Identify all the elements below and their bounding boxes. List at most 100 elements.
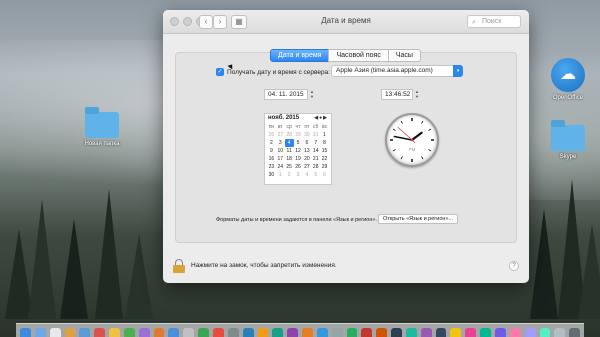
calendar-day[interactable]: 29 (320, 163, 329, 171)
dock-app-icon[interactable] (49, 328, 61, 337)
date-field[interactable]: 04. 11. 2015 (264, 89, 308, 100)
dock-app-icon[interactable] (420, 328, 432, 337)
calendar-day[interactable]: 11 (285, 147, 294, 155)
dock-app-icon[interactable] (198, 328, 209, 337)
calendar-day[interactable]: 5 (311, 171, 320, 179)
clock-tick (392, 149, 396, 152)
open-language-region-button[interactable]: Открыть «Язык и регион»... (378, 214, 459, 224)
calendar-day[interactable]: 27 (302, 163, 311, 171)
server-select[interactable]: Apple Азия (time.asia.apple.com) ▾ (331, 65, 463, 77)
dock-app-icon[interactable] (64, 328, 76, 337)
calendar-day[interactable]: 1 (320, 131, 329, 139)
dock-app-icon[interactable] (242, 328, 254, 337)
dock-app-icon[interactable] (539, 328, 551, 337)
help-button[interactable]: ? (509, 261, 519, 271)
calendar-next-button[interactable]: ▶ (323, 115, 328, 121)
calendar-day[interactable]: 30 (302, 131, 311, 139)
calendar-day[interactable]: 19 (294, 155, 303, 163)
dock-app-icon[interactable] (227, 328, 239, 337)
calendar-day[interactable]: 18 (285, 155, 294, 163)
dock-app-icon[interactable] (465, 328, 477, 337)
dock-app-icon[interactable] (569, 328, 581, 337)
calendar-day[interactable]: 24 (276, 163, 285, 171)
calendar-day[interactable]: 9 (267, 147, 276, 155)
search-input[interactable]: ⌕ Поиск (467, 15, 521, 28)
tab-clock[interactable]: Часы (387, 49, 421, 62)
lock-icon[interactable] (173, 259, 185, 273)
dock-app-icon[interactable] (123, 328, 135, 337)
dock-app-icon[interactable] (20, 328, 31, 337)
dock-app-icon[interactable] (331, 328, 343, 337)
dock-app-icon[interactable] (79, 328, 91, 337)
calendar-day[interactable]: 8 (320, 139, 329, 147)
calendar-day[interactable]: 27 (276, 131, 285, 139)
dock-app-icon[interactable] (272, 328, 284, 337)
time-field[interactable]: 13:46:52 (381, 89, 413, 100)
calendar-day[interactable]: 4 (302, 171, 311, 179)
dock-app-icon[interactable] (138, 328, 150, 337)
server-checkbox-row[interactable]: ✓ Получать дату и время с сервера: (216, 68, 330, 76)
calendar-day[interactable]: 21 (311, 155, 320, 163)
dock-app-icon[interactable] (480, 328, 491, 337)
dock-app-icon[interactable] (554, 328, 566, 337)
calendar-day[interactable]: 1 (276, 171, 285, 179)
calendar-day[interactable]: 3 (294, 171, 303, 179)
dock-app-icon[interactable] (435, 328, 447, 337)
calendar-day[interactable]: 15 (320, 147, 329, 155)
dock-app-icon[interactable] (153, 328, 165, 337)
dock-app-icon[interactable] (495, 328, 506, 337)
calendar-day[interactable]: 22 (320, 155, 329, 163)
calendar-day[interactable]: 2 (285, 171, 294, 179)
dock-app-icon[interactable] (316, 328, 328, 337)
calendar-day[interactable]: 29 (294, 131, 303, 139)
desktop-skype-folder[interactable]: Skype (538, 120, 598, 160)
calendar-day[interactable]: 7 (311, 139, 320, 147)
dock-app-icon[interactable] (361, 328, 373, 337)
dock-app-icon[interactable] (302, 328, 313, 337)
dock-app-icon[interactable] (391, 328, 402, 337)
calendar-day[interactable]: 31 (311, 131, 320, 139)
tab-date-time[interactable]: Дата и время (270, 49, 330, 62)
calendar-day[interactable]: 12 (294, 147, 303, 155)
dock-app-icon[interactable] (168, 328, 180, 337)
dock-app-icon[interactable] (346, 328, 358, 337)
calendar-day[interactable]: 16 (267, 155, 276, 163)
dock-app-icon[interactable] (34, 328, 46, 337)
calendar-day[interactable]: 10 (276, 147, 285, 155)
calendar-day[interactable]: 20 (302, 155, 311, 163)
time-stepper[interactable]: ▲ ▼ (414, 89, 420, 100)
dock-app-icon[interactable] (109, 328, 120, 337)
calendar-day[interactable]: 6 (302, 139, 311, 147)
dock-app-icon[interactable] (183, 328, 195, 337)
tab-time-zone[interactable]: Часовой пояс (328, 49, 389, 62)
dock-app-icon[interactable] (376, 328, 388, 337)
calendar-day[interactable]: 17 (276, 155, 285, 163)
dock-app-icon[interactable] (94, 328, 106, 337)
calendar-day[interactable]: 2 (267, 139, 276, 147)
calendar-day[interactable]: 23 (267, 163, 276, 171)
dock-app-icon[interactable] (405, 328, 417, 337)
calendar-day[interactable]: 28 (285, 131, 294, 139)
calendar-day[interactable]: 6 (320, 171, 329, 179)
calendar-day[interactable]: 3 (276, 139, 285, 147)
desktop-openoffice[interactable]: ☁ OpenOffice (538, 58, 598, 101)
calendar-day[interactable]: 14 (311, 147, 320, 155)
dock-app-icon[interactable] (257, 328, 269, 337)
calendar-day[interactable]: 13 (302, 147, 311, 155)
desktop-folder-new[interactable]: Новая папка (72, 107, 132, 147)
server-checkbox[interactable]: ✓ (216, 68, 224, 76)
calendar-day[interactable]: 26 (294, 163, 303, 171)
dock-app-icon[interactable] (287, 328, 299, 337)
calendar-day[interactable]: 30 (267, 171, 276, 179)
calendar-day[interactable]: 28 (311, 163, 320, 171)
calendar-day[interactable]: 26 (267, 131, 276, 139)
calendar-day-selected[interactable]: 4 (284, 139, 294, 147)
search-placeholder: Поиск (482, 18, 502, 25)
dock-app-icon[interactable] (212, 328, 224, 337)
dock-app-icon[interactable] (450, 328, 462, 337)
dock-app-icon[interactable] (524, 328, 536, 337)
date-stepper[interactable]: ▲ ▼ (309, 89, 315, 100)
calendar-day[interactable]: 25 (285, 163, 294, 171)
dock-app-icon[interactable] (509, 328, 521, 337)
calendar-day[interactable]: 5 (294, 139, 303, 147)
